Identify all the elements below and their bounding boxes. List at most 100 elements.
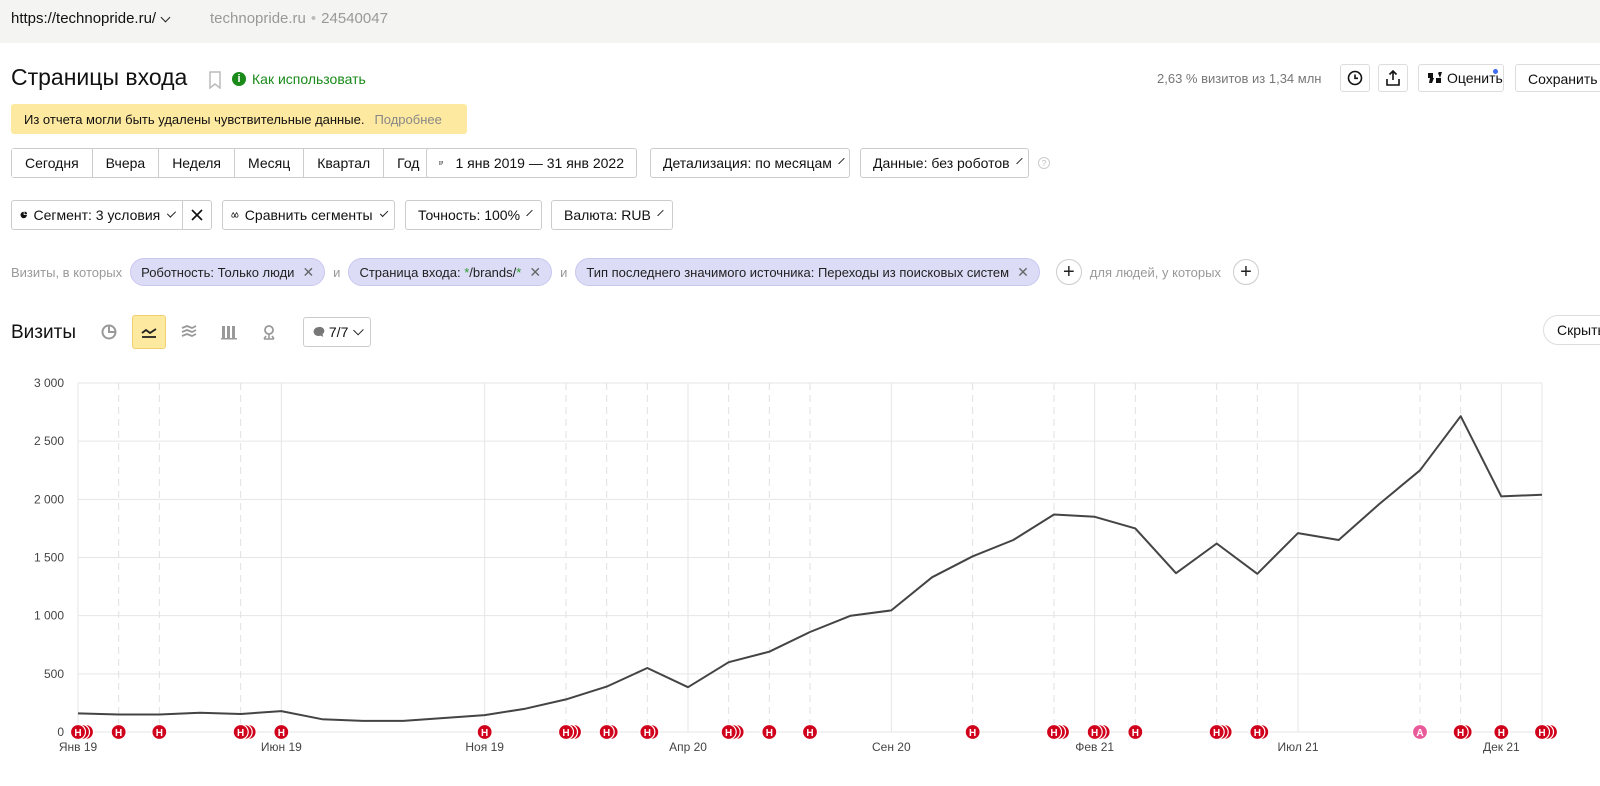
close-icon[interactable]: ✕ [1017,264,1029,281]
chart-type-area[interactable] [172,315,206,349]
annotation-bubble [639,723,656,741]
rate-button[interactable]: Оценить [1418,64,1504,92]
people-label: для людей, у которых [1089,264,1221,280]
period-yesterday[interactable]: Вчера [92,149,160,177]
visits-series-line [77,415,1543,722]
close-icon[interactable]: ✕ [302,264,314,281]
separator-dot: • [310,10,317,27]
annotation-marker: Н [964,723,981,741]
how-to-use-link[interactable]: i Как использовать [232,71,366,87]
annotation-stack-bubble [1049,723,1067,741]
segment-label: Сегмент: 3 условия [33,207,161,223]
chart-type-pie[interactable] [92,315,126,349]
annotation-bubble [69,723,87,741]
segment-dropdown[interactable]: Сегмент: 3 условия [11,200,183,230]
add-people-condition-button[interactable]: + [1232,259,1259,285]
annotation-stack-bubble [728,723,745,741]
chart-type-bars[interactable] [212,315,246,349]
annotation-stack-bubble [1537,723,1555,741]
annotation-bubble [1493,723,1510,741]
annotation-marker: Н [273,723,290,741]
annotation-stack-bubble [1216,723,1233,741]
x-tick-label: Дек 21 [1483,740,1520,754]
annotation-bubble [1127,723,1144,741]
x-tick-label: Янв 19 [59,740,98,754]
filter-chip-label: Страница входа: */brands/* [359,264,522,280]
compare-segments-dropdown[interactable]: Сравнить сегменты [222,200,395,230]
annotation-letter: Н [603,728,610,739]
chart-type-map[interactable] [252,315,286,349]
currency-label: Валюта: RUB [564,207,651,223]
pie-chart-icon [101,324,117,340]
annotation-marker: Н [476,723,493,741]
page-title: Страницы входа [11,64,188,90]
share-icon [1386,70,1400,86]
detail-dropdown[interactable]: Детализация: по месяцам [650,148,850,178]
map-pin-icon [263,325,275,340]
bookmark-icon[interactable] [208,71,222,94]
period-today[interactable]: Сегодня [12,149,93,177]
compare-label: Сравнить сегменты [244,207,373,223]
annotation-letter: Н [562,728,569,739]
annotation-bubble [1533,723,1551,741]
annotation-marker: Н [1045,723,1071,741]
filter-chip-label: Роботность: Только люди [141,264,295,280]
chart-title: Визиты [11,322,76,343]
annotation-marker: Н [720,723,745,741]
annotation-marker: Н [110,723,127,741]
y-tick-label: 1 000 [34,609,64,623]
filters-prefix: Визиты, в которых [11,264,123,280]
more-link[interactable]: Подробнее [374,112,441,127]
quote-icon [1428,72,1442,83]
history-button[interactable] [1340,64,1370,92]
y-tick-label: 3 000 [34,376,64,390]
annotation-bubble [598,723,615,741]
hide-chart-button[interactable]: Скрыть [1543,315,1600,345]
top-bar: https://technopride.ru/ technopride.ru • 2… [0,0,1600,43]
period-quarter[interactable]: Квартал [304,149,385,177]
date-range-picker[interactable]: 1 янв 2019 — 31 янв 2022 [426,148,637,178]
help-icon[interactable]: ? [1038,157,1050,169]
annotation-stack-bubble [1456,723,1473,741]
filter-chip-entry-page[interactable]: Страница входа: */brands/* ✕ [348,258,553,286]
period-month[interactable]: Месяц [235,149,305,177]
annotation-stack-bubble [724,723,741,741]
x-tick-label: Сен 20 [872,740,911,754]
x-tick-label: Фев 21 [1075,740,1114,754]
chevron-down-icon [167,208,177,218]
add-condition-button[interactable]: + [1055,259,1082,285]
y-tick-label: 2 500 [34,434,64,448]
period-week[interactable]: Неделя [159,149,236,177]
accuracy-dropdown[interactable]: Точность: 100% [405,200,542,230]
filter-chip-source[interactable]: Тип последнего значимого источника: Пере… [575,258,1040,286]
warning-text: Из отчета могли быть удалены чувствитель… [24,112,365,127]
annotation-letter: Н [1254,728,1261,739]
filter-chip-label: Тип последнего значимого источника: Пере… [586,264,1010,280]
site-url: https://technopride.ru/ [11,10,157,27]
annotation-marker: А [1411,723,1429,741]
save-button[interactable]: Сохранить с [1515,64,1600,92]
export-button[interactable] [1378,64,1408,92]
segment-filters: Визиты, в которых Роботность: Только люд… [11,258,1267,286]
info-icon: i [232,72,246,86]
chart-type-line[interactable] [132,315,166,349]
data-mode-dropdown[interactable]: Данные: без роботов [860,148,1029,178]
and-label: и [333,264,341,280]
annotation-letter: Н [725,728,732,739]
filter-chip-robots[interactable]: Роботность: Только люди ✕ [130,258,326,286]
site-selector[interactable]: https://technopride.ru/ [11,10,171,27]
annotation-marker: Н [1452,723,1473,741]
annotation-letter: Н [1498,728,1505,739]
annotation-letter: Н [1213,728,1220,739]
and-label: и [560,264,568,280]
currency-dropdown[interactable]: Валюта: RUB [551,200,673,230]
close-icon[interactable]: ✕ [529,264,541,281]
annotation-marker: Н [1086,723,1111,741]
annotation-letter: Н [278,728,285,739]
annotation-stack-bubble [1541,723,1559,741]
annotation-letter: Н [1538,728,1545,739]
x-tick-label: Апр 20 [669,740,707,754]
clear-segment-button[interactable] [182,200,212,230]
annotation-letter: Н [806,728,813,739]
annotations-dropdown[interactable]: 7/7 [303,317,371,347]
